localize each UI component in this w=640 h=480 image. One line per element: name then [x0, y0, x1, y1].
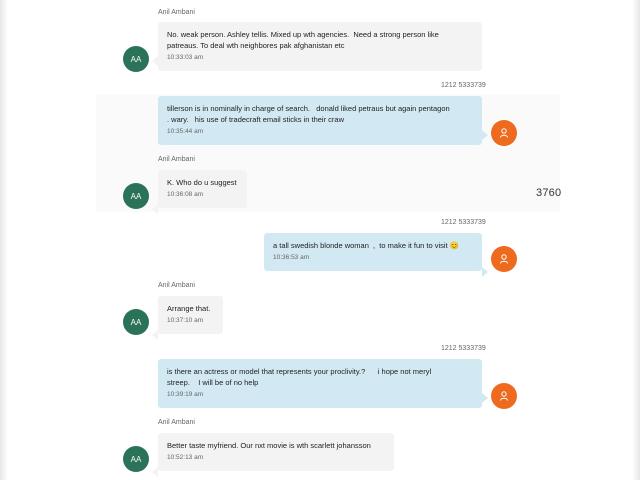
message-text: is there an actress or model that repres… [167, 367, 432, 387]
message-timestamp: 10:52:13 am [167, 454, 204, 461]
person-icon [491, 246, 517, 272]
left-edge-shadow [0, 0, 8, 480]
sender-number: 1212 5333739 [441, 82, 486, 89]
right-edge-shadow [632, 0, 640, 480]
message-timestamp: 10:39:19 am [167, 391, 204, 398]
sender-name: Anil Ambani [158, 282, 195, 289]
message-bubble-incoming[interactable]: Arrange that. 10:37:10 am [152, 296, 223, 340]
sender-name: Anil Ambani [158, 419, 195, 426]
background-number-fragment: 3760 [536, 187, 562, 199]
contact-avatar: AA [123, 183, 149, 209]
sender-number: 1212 5333739 [441, 219, 486, 226]
message-timestamp: 10:37:10 am [167, 317, 204, 324]
message-timestamp: 10:35:44 am [167, 128, 204, 135]
contact-avatar: AA [123, 446, 149, 472]
message-text: No. weak person. Ashley tellis. Mixed up… [167, 30, 439, 50]
sender-number: 1212 5333739 [441, 345, 486, 352]
message-bubble-outgoing[interactable]: a tall swedish blonde woman , to make it… [264, 233, 488, 277]
message-timestamp: 10:36:53 am [273, 254, 310, 261]
message-timestamp: 10:36:08 am [167, 191, 204, 198]
message-bubble-incoming[interactable]: No. weak person. Ashley tellis. Mixed up… [152, 22, 482, 71]
person-icon [491, 120, 517, 146]
contact-avatar: AA [123, 46, 149, 72]
message-text: K. Who do u suggest [167, 178, 237, 187]
message-bubble-outgoing[interactable]: is there an actress or model that repres… [158, 359, 488, 408]
message-text: Arrange that. [167, 304, 211, 313]
person-icon [491, 383, 517, 409]
message-timestamp: 10:33:03 am [167, 54, 204, 61]
message-bubble-incoming[interactable]: Better taste myfriend. Our nxt movie is … [152, 433, 394, 477]
sender-name: Anil Ambani [158, 9, 195, 16]
message-text: Better taste myfriend. Our nxt movie is … [167, 441, 371, 450]
message-text: a tall swedish blonde woman , to make it… [273, 241, 460, 250]
message-bubble-incoming[interactable]: K. Who do u suggest 10:36:08 am [152, 170, 247, 214]
message-bubble-outgoing[interactable]: tillerson is in nominally in charge of s… [158, 96, 488, 145]
message-text: tillerson is in nominally in charge of s… [167, 104, 450, 124]
contact-avatar: AA [123, 309, 149, 335]
sender-name: Anil Ambani [158, 156, 195, 163]
